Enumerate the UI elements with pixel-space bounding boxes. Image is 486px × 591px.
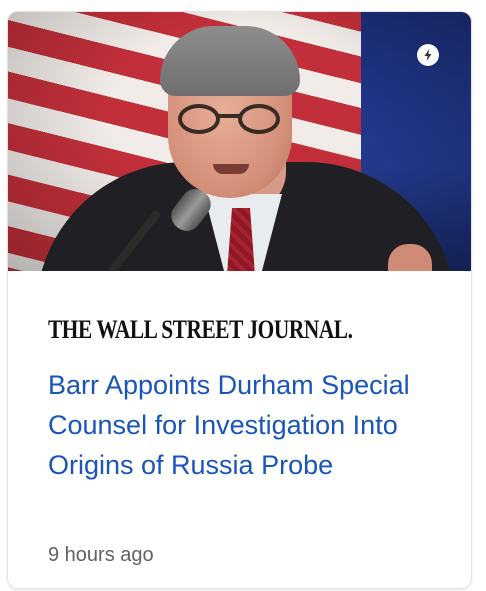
- person-glasses: [178, 104, 282, 134]
- article-timestamp: 9 hours ago: [48, 544, 154, 566]
- article-image[interactable]: [8, 12, 471, 271]
- publisher-logo: THE WALL STREET JOURNAL.: [48, 315, 353, 344]
- amp-lightning-icon: [417, 44, 439, 66]
- news-card[interactable]: THE WALL STREET JOURNAL. Barr Appoints D…: [8, 12, 471, 588]
- person-hair: [160, 26, 300, 96]
- page: THE WALL STREET JOURNAL. Barr Appoints D…: [0, 0, 486, 591]
- person-mouth: [213, 164, 249, 174]
- article-headline[interactable]: Barr Appoints Durham Special Counsel for…: [48, 365, 448, 485]
